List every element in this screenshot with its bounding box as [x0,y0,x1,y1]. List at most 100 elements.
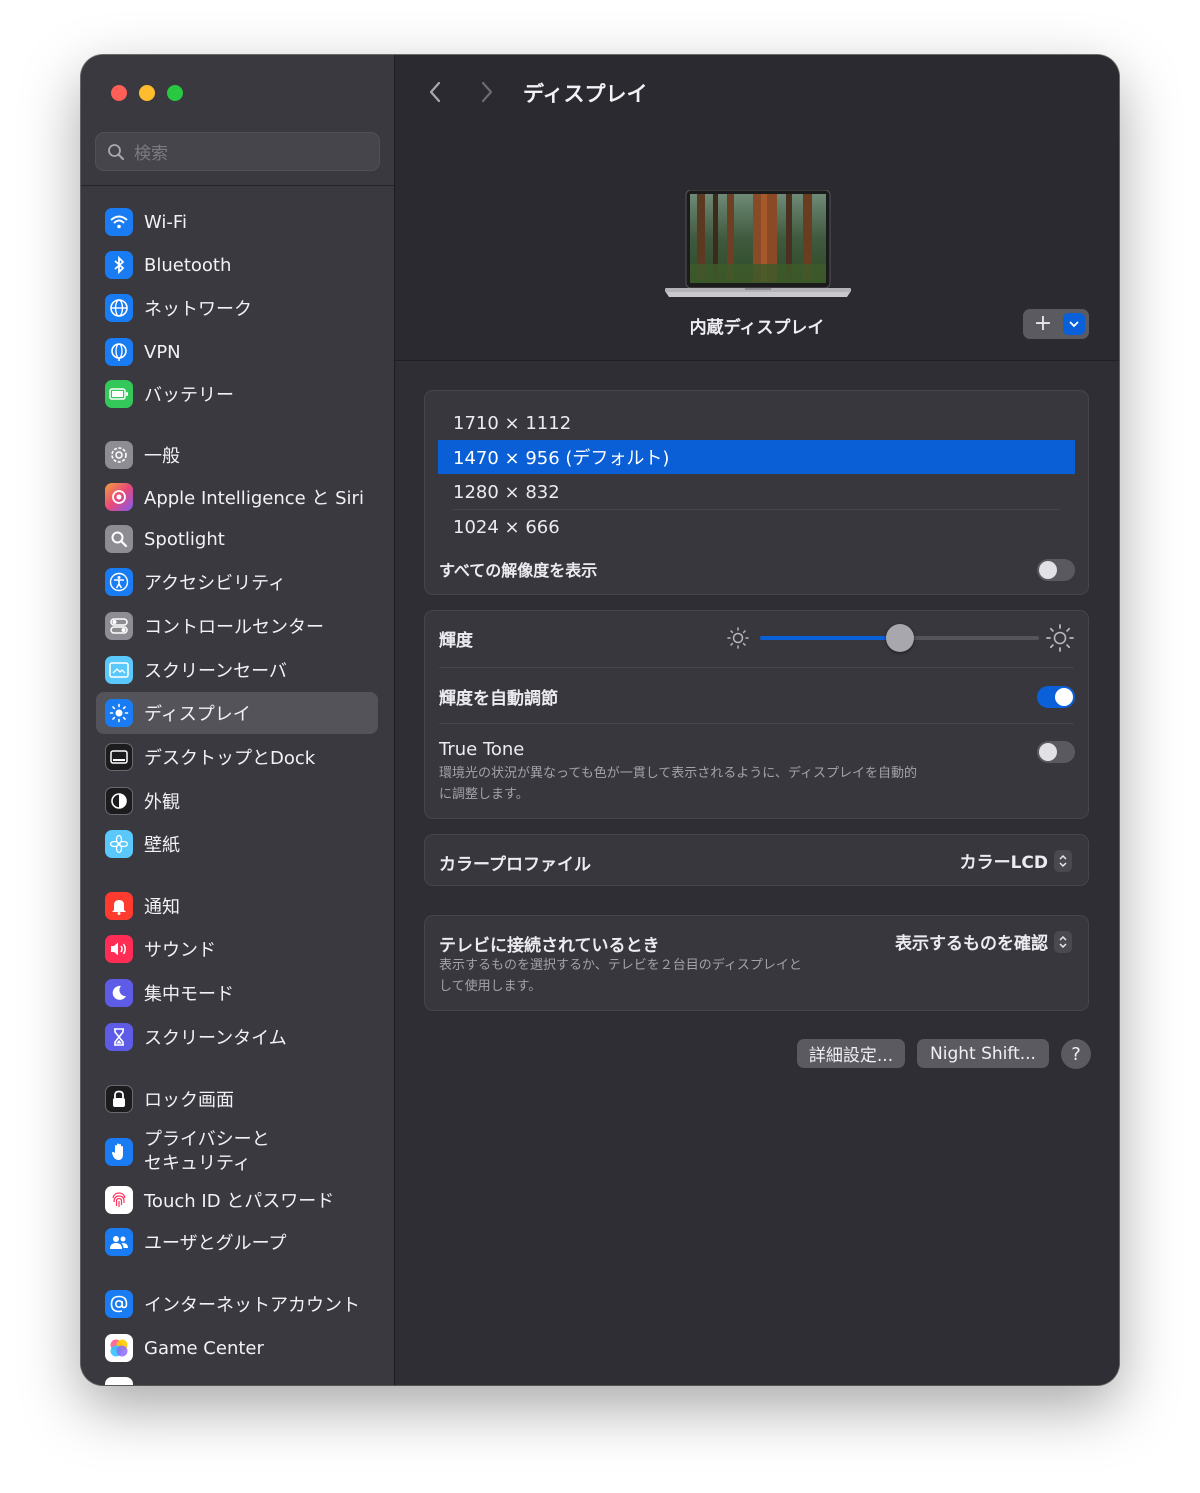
sidebar-item-game-center[interactable]: Game Center [96,1327,378,1369]
sidebar-item-label: Bluetooth [144,254,232,276]
gear-icon [105,441,133,469]
toggles-icon [105,612,133,640]
battery-icon [105,380,133,408]
sidebar-item-label: ユーザとグループ [144,1233,287,1254]
sidebar-item-internet-accounts[interactable]: インターネットアカウント [96,1283,378,1325]
sidebar-item-label: プライバシーと セキュリティ [144,1129,270,1174]
search-field[interactable]: 検索 [95,132,380,171]
bluetooth-icon [105,251,133,279]
display-header: ディスプレイ 内蔵ディスプレイ + [395,55,1119,361]
back-button[interactable] [422,79,448,105]
sidebar-item-appearance[interactable]: 外観 [96,780,378,822]
plus-icon: + [1033,311,1053,336]
sidebar-item-label: バッテリー [144,385,234,406]
help-button[interactable]: ? [1061,1039,1091,1069]
sidebar-item-sound[interactable]: サウンド [96,928,378,970]
sidebar-item-displays[interactable]: ディスプレイ [96,692,378,734]
sidebar-item-lock-screen[interactable]: ロック画面 [96,1078,378,1120]
magnifier-icon [105,525,133,553]
sidebar-item-vpn[interactable]: VPN [96,331,378,373]
brightness-label: 輝度 [439,631,473,651]
minimize-window-button[interactable] [139,85,155,101]
true-tone-description-line2: に調整します。 [439,787,529,802]
lock-icon [105,1085,133,1113]
sidebar-item-notifications[interactable]: 通知 [96,885,378,927]
auto-brightness-toggle[interactable] [1037,686,1075,708]
tv-value: 表示するものを確認 [895,934,1048,954]
sidebar-item-focus[interactable]: 集中モード [96,972,378,1014]
sidebar-item-screensaver[interactable]: スクリーンセーバ [96,649,378,691]
sidebar-item-general[interactable]: 一般 [96,434,378,476]
at-icon [105,1290,133,1318]
night-shift-button[interactable]: Night Shift... [917,1039,1049,1068]
globe-icon [105,294,133,322]
sidebar-item-spotlight[interactable]: Spotlight [96,518,378,560]
brightness-slider-knob[interactable] [885,624,914,652]
true-tone-toggle[interactable] [1037,741,1075,763]
chevron-up-down-icon [1054,930,1072,953]
sidebar-item-network[interactable]: ネットワーク [96,287,378,329]
sidebar-item-touch-id[interactable]: Touch ID とパスワード [96,1179,378,1221]
sidebar-item-accessibility[interactable]: アクセシビリティ [96,561,378,603]
sidebar-item-label: 集中モード [144,984,234,1005]
sidebar-item-users-groups[interactable]: ユーザとグループ [96,1221,378,1263]
display-name: 内蔵ディスプレイ [689,318,825,338]
sidebar-item-label: Apple Intelligence と Siri [144,488,364,509]
sidebar-item-privacy-security[interactable]: プライバシーと セキュリティ [96,1126,378,1178]
resolution-option[interactable]: 1280 × 832 [438,475,1075,509]
sidebar-item-label: アクセシビリティ [144,573,287,594]
sidebar-item-label: Game Center [144,1337,264,1359]
window-controls [111,85,183,101]
zoom-window-button[interactable] [167,85,183,101]
brightness-low-icon [727,627,749,649]
sidebar-item-screen-time[interactable]: スクリーンタイム [96,1016,378,1058]
sidebar-item-label: ロック画面 [144,1090,234,1111]
sidebar-item-wifi[interactable]: Wi-Fi [96,201,378,243]
sidebar-item-bluetooth[interactable]: Bluetooth [96,244,378,286]
vpn-globe-icon [105,338,133,366]
laptop-display-image[interactable] [665,190,851,298]
sidebar-item-apple-intelligence[interactable]: Apple Intelligence と Siri [96,476,378,518]
close-window-button[interactable] [111,85,127,101]
sidebar-item-label: スクリーンタイム [144,1028,287,1049]
tv-description-line2: して使用します。 [439,979,542,994]
sidebar-divider [81,185,394,186]
hourglass-icon [105,1023,133,1051]
add-display-button[interactable]: + [1023,309,1089,339]
chevron-right-icon [481,81,493,103]
screensaver-icon [105,656,133,684]
accessibility-icon [105,568,133,596]
resolution-option[interactable]: 1710 × 1112 [438,406,1075,440]
resolution-option[interactable]: 1024 × 666 [438,510,1075,544]
sidebar-item-label: Wi-Fi [144,211,187,233]
sidebar-item-label: サウンド [144,940,216,961]
sidebar-item-desktop-dock[interactable]: デスクトップとDock [96,736,378,778]
sidebar-item-battery[interactable]: バッテリー [96,373,378,415]
tv-label: テレビに接続されているとき [439,936,660,956]
advanced-settings-button[interactable]: 詳細設定... [797,1039,905,1068]
sidebar-item-control-center[interactable]: コントロールセンター [96,605,378,647]
sidebar-item-partial[interactable] [96,1370,378,1385]
color-profile-label: カラープロファイル [439,855,591,875]
resolution-option-selected[interactable]: 1470 × 956 (デフォルト) [438,440,1075,474]
moon-icon [105,979,133,1007]
color-profile-value: カラーLCD [959,853,1048,873]
tv-popup[interactable]: 表示するものを確認 [895,929,1072,954]
fingerprint-icon [105,1186,133,1214]
color-profile-popup[interactable]: カラーLCD [960,848,1072,873]
forward-button[interactable] [474,79,500,105]
search-icon [108,143,124,160]
brightness-slider-fill [760,636,900,640]
siri-icon [105,483,133,511]
sidebar-item-wallpaper[interactable]: 壁紙 [96,823,378,865]
page-title: ディスプレイ [523,82,648,106]
sidebar-item-label: 壁紙 [144,835,180,856]
brightness-slider[interactable] [760,624,1039,652]
chevron-down-icon[interactable] [1063,313,1085,335]
divider [439,723,1074,724]
settings-content: 1710 × 1112 1470 × 956 (デフォルト) 1280 × 83… [395,360,1119,1385]
appearance-icon [105,787,133,815]
show-all-resolutions-toggle[interactable] [1037,559,1075,581]
sidebar-item-label: VPN [144,341,181,363]
sidebar-item-label: インターネットアカウント [144,1295,360,1316]
